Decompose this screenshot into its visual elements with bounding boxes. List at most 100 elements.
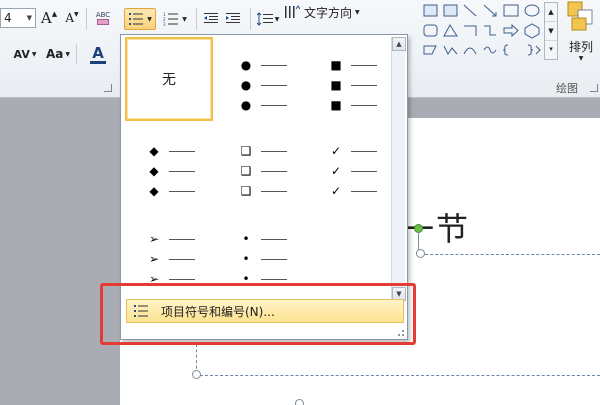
bullet-text-line — [351, 190, 377, 192]
bullet-glyph: ➢ — [148, 252, 160, 266]
text-direction-icon — [285, 5, 300, 18]
bullet-glyph: ■ — [330, 98, 342, 112]
bullet-text-line — [261, 170, 287, 172]
bullet-text-line — [169, 150, 195, 152]
bullet-preview-row: ■ — [307, 57, 395, 73]
character-spacing-button[interactable]: AV ▼ — [10, 44, 40, 64]
decrease-indent-button[interactable] — [201, 8, 221, 30]
bullet-preview-row: ● — [217, 97, 305, 113]
bullet-text-line — [261, 104, 287, 106]
triangle-down-icon: ▼ — [74, 10, 79, 18]
bullet-glyph: ✓ — [330, 164, 342, 178]
resize-handle[interactable] — [416, 249, 425, 258]
title-placeholder-border — [420, 254, 600, 255]
bullet-glyph: ● — [240, 78, 252, 92]
bullet-glyph: ■ — [330, 58, 342, 72]
bullet-text-line — [351, 104, 377, 106]
text-direction-button[interactable]: 文字方向 ▼ — [284, 2, 368, 22]
bullet-option-hollow-square[interactable]: ❑ ❑ ❑ — [217, 123, 305, 207]
scroll-down-icon[interactable]: ▼ — [545, 22, 557, 41]
triangle-up-icon: ▲ — [51, 10, 58, 18]
bullet-text-line — [351, 64, 377, 66]
bullet-preview-row: ✓ — [307, 143, 395, 159]
increase-indent-button[interactable] — [223, 8, 243, 30]
arrange-icon — [567, 1, 593, 31]
drawing-group-label: 绘图 — [556, 82, 578, 95]
bullet-preview-row: ● — [217, 57, 305, 73]
indent-icon — [226, 13, 240, 23]
outdent-icon — [204, 13, 218, 23]
bullet-text-line — [261, 278, 287, 280]
resize-handle[interactable] — [192, 370, 201, 379]
highlight-box — [100, 283, 416, 345]
grow-font-button[interactable]: A ▲ — [40, 8, 58, 28]
bullet-option-none[interactable]: 无 — [125, 37, 213, 121]
bullet-preview-row: ◆ — [125, 143, 213, 159]
bullet-glyph: ■ — [330, 78, 342, 92]
chevron-down-icon: ▼ — [31, 50, 37, 58]
font-color-button[interactable]: A — [82, 42, 114, 66]
bullets-button[interactable]: ▼ — [124, 8, 156, 30]
chevron-down-icon: ▼ — [65, 50, 70, 58]
bullet-text-line — [261, 84, 287, 86]
bullet-preview-row: ✓ — [307, 163, 395, 179]
bullet-glyph: • — [242, 232, 250, 246]
rotate-connector — [418, 232, 419, 250]
bullet-preview-row: ❑ — [217, 143, 305, 159]
bullet-glyph: ◆ — [149, 144, 159, 158]
bullet-preview-row: ■ — [307, 97, 395, 113]
bullet-preview-row: ❑ — [217, 163, 305, 179]
scroll-up-icon[interactable]: ▲ — [392, 37, 406, 51]
bullet-glyph: ✓ — [330, 184, 342, 198]
font-size-box[interactable]: 4 ▼ — [0, 8, 36, 28]
eraser-icon — [97, 19, 109, 25]
arrange-button[interactable]: 排列 ▼ — [562, 0, 600, 72]
bullet-glyph: ◆ — [149, 184, 159, 198]
bullet-text-line — [261, 258, 287, 260]
bullet-glyph: • — [242, 252, 250, 266]
font-size-value: 4 — [4, 11, 12, 25]
bullet-text-line — [169, 278, 195, 280]
bullet-glyph: ➢ — [148, 232, 160, 246]
chevron-down-icon: ▼ — [182, 15, 187, 23]
bullet-preview-row: ■ — [307, 77, 395, 93]
bullet-list-icon — [129, 13, 144, 25]
dialog-launcher-icon[interactable] — [590, 84, 598, 92]
bullet-preview-row: ◆ — [125, 163, 213, 179]
bullet-text-line — [351, 170, 377, 172]
shapes-gallery[interactable] — [420, 2, 544, 60]
resize-handle[interactable] — [295, 399, 304, 405]
clear-format-button[interactable]: ABC — [92, 8, 114, 28]
bullet-text-line — [261, 64, 287, 66]
dropdown-scrollbar[interactable]: ▲ ▼ — [391, 37, 406, 303]
bullet-glyph: ❑ — [240, 144, 252, 158]
bullet-text-line — [351, 150, 377, 152]
bullet-glyph: ● — [240, 98, 252, 112]
chevron-down-icon: ▼ — [147, 15, 152, 23]
bullet-glyph: ❑ — [240, 164, 252, 178]
scroll-up-icon[interactable]: ▲ — [545, 3, 557, 22]
more-icon[interactable]: ▾ — [545, 41, 557, 59]
shapes-icon — [423, 4, 541, 56]
body-placeholder-border — [200, 375, 600, 376]
bullet-option-diamond[interactable]: ◆ ◆ ◆ — [125, 123, 213, 207]
numbering-button[interactable]: 1 2 3 ▼ — [160, 8, 190, 30]
bullet-glyph: ● — [240, 58, 252, 72]
bullet-option-filled-square[interactable]: ■ ■ ■ — [307, 37, 395, 121]
bullet-preview-row: ➢ — [125, 231, 213, 247]
line-spacing-button[interactable]: ▼ — [255, 8, 281, 30]
bullet-glyph: ✓ — [330, 144, 342, 158]
shapes-gallery-scroll[interactable]: ▲ ▼ ▾ — [544, 2, 558, 60]
font-color-swatch — [90, 60, 106, 64]
change-case-button[interactable]: Aa ▼ — [42, 44, 74, 64]
shrink-font-button[interactable]: A ▼ — [63, 8, 81, 28]
bullet-option-checkmark[interactable]: ✓ ✓ ✓ — [307, 123, 395, 207]
numbered-list-icon: 1 2 3 — [163, 12, 179, 26]
dialog-launcher-icon[interactable] — [104, 84, 112, 92]
bullet-text-line — [351, 84, 377, 86]
bullet-text-line — [261, 150, 287, 152]
bullet-option-filled-circle[interactable]: ● ● ● — [217, 37, 305, 121]
bullet-text-line — [261, 238, 287, 240]
svg-text:3: 3 — [163, 22, 166, 26]
bullet-text-line — [261, 190, 287, 192]
